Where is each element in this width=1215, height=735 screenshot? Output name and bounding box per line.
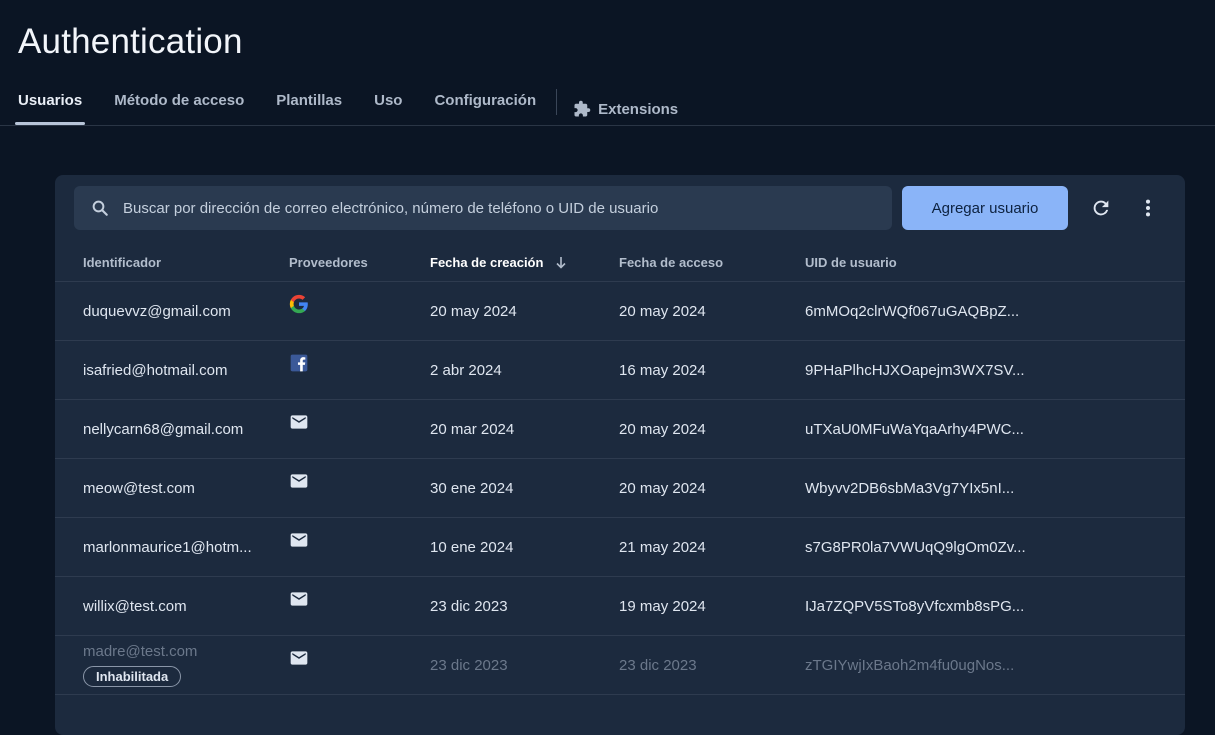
cell-uid: 6mMOq2clrWQf067uGAQBpZ...	[805, 281, 1185, 341]
cell-created: 10 ene 2024	[430, 517, 619, 577]
cell-uid: s7G8PR0la7VWUqQ9lgOm0Zv...	[805, 517, 1185, 577]
table-row[interactable]: meow@test.com 30 ene 2024 20 may 2024 Wb…	[55, 458, 1185, 518]
cell-signed-in: 20 may 2024	[619, 458, 805, 518]
cell-identifier: madre@test.com Inhabilitada	[55, 635, 289, 695]
cell-signed-in: 16 may 2024	[619, 340, 805, 400]
col-signed-in[interactable]: Fecha de acceso	[619, 243, 805, 282]
email-icon	[290, 474, 308, 488]
cell-identifier: duquevvz@gmail.com	[55, 281, 289, 341]
search-input[interactable]	[121, 198, 892, 218]
users-toolbar: Agregar usuario	[55, 175, 1185, 243]
cell-provider	[289, 458, 430, 518]
cell-created: 20 may 2024	[430, 281, 619, 341]
email-icon	[290, 533, 308, 547]
cell-provider	[289, 281, 430, 341]
cell-provider	[289, 635, 430, 695]
cell-uid: IJa7ZQPV5STo8yVfcxmb8sPG...	[805, 576, 1185, 636]
email-icon	[290, 651, 308, 665]
puzzle-icon	[574, 100, 591, 117]
cell-provider	[289, 576, 430, 636]
add-user-button[interactable]: Agregar usuario	[902, 186, 1068, 230]
google-icon	[289, 294, 308, 314]
cell-signed-in: 20 may 2024	[619, 281, 805, 341]
cell-created: 23 dic 2023	[430, 635, 619, 695]
cell-signed-in: 23 dic 2023	[619, 635, 805, 695]
cell-provider	[289, 517, 430, 577]
col-uid[interactable]: UID de usuario	[805, 243, 1185, 282]
table-row[interactable]: nellycarn68@gmail.com 20 mar 2024 20 may…	[55, 399, 1185, 459]
email-icon	[290, 415, 308, 429]
header-divider	[0, 125, 1215, 126]
search-box	[74, 186, 892, 230]
cell-uid: zTGIYwjIxBaoh2m4fu0ugNos...	[805, 635, 1185, 695]
cell-created: 2 abr 2024	[430, 340, 619, 400]
cell-provider	[289, 399, 430, 459]
table-row[interactable]: isafried@hotmail.com 2 abr 2024 16 may 2…	[55, 340, 1185, 400]
tab-bar: Usuarios Método de acceso Plantillas Uso…	[14, 89, 710, 126]
identifier-text: madre@test.com	[83, 643, 198, 660]
cell-created: 20 mar 2024	[430, 399, 619, 459]
tab-templates[interactable]: Plantillas	[276, 92, 342, 126]
cell-created: 23 dic 2023	[430, 576, 619, 636]
table-row[interactable]: marlonmaurice1@hotm... 10 ene 2024 21 ma…	[55, 517, 1185, 577]
cell-identifier: willix@test.com	[55, 576, 289, 636]
table-row[interactable]: willix@test.com 23 dic 2023 19 may 2024 …	[55, 576, 1185, 636]
tab-divider	[556, 89, 558, 115]
cell-uid: uTXaU0MFuWaYqaArhy4PWC...	[805, 399, 1185, 459]
users-card: Agregar usuario Identificador Proveedore…	[55, 175, 1185, 735]
identifier-stack: madre@test.com Inhabilitada	[83, 643, 289, 687]
col-identifier[interactable]: Identificador	[55, 243, 289, 282]
col-created-label: Fecha de creación	[430, 254, 544, 270]
col-providers[interactable]: Proveedores	[289, 243, 430, 282]
cell-identifier: marlonmaurice1@hotm...	[55, 517, 289, 577]
page-header: Authentication Usuarios Método de acceso…	[0, 0, 1215, 126]
arrow-down-icon	[556, 256, 566, 269]
refresh-button[interactable]	[1088, 195, 1114, 221]
page-title: Authentication	[18, 22, 243, 61]
cell-signed-in: 19 may 2024	[619, 576, 805, 636]
refresh-icon	[1093, 200, 1109, 216]
search-icon	[91, 199, 109, 217]
cell-identifier: isafried@hotmail.com	[55, 340, 289, 400]
tab-users[interactable]: Usuarios	[14, 92, 86, 126]
tab-settings[interactable]: Configuración	[434, 92, 536, 126]
table-row[interactable]: madre@test.com Inhabilitada 23 dic 2023 …	[55, 635, 1185, 695]
table-row[interactable]: duquevvz@gmail.com 20 may 2024 20 may 20…	[55, 281, 1185, 341]
tab-usage[interactable]: Uso	[374, 92, 402, 126]
tab-extensions[interactable]: Extensions	[573, 92, 678, 126]
cell-identifier: nellycarn68@gmail.com	[55, 399, 289, 459]
cell-signed-in: 20 may 2024	[619, 399, 805, 459]
tab-sign-in-method[interactable]: Método de acceso	[114, 92, 244, 126]
cell-provider	[289, 340, 430, 400]
facebook-icon	[290, 354, 308, 372]
cell-identifier: meow@test.com	[55, 458, 289, 518]
disabled-badge: Inhabilitada	[83, 666, 182, 687]
email-icon	[290, 592, 308, 606]
cell-signed-in: 21 may 2024	[619, 517, 805, 577]
cell-uid: Wbyvv2DB6sbMa3Vg7YIx5nI...	[805, 458, 1185, 518]
table-header-row: Identificador Proveedores Fecha de creac…	[55, 243, 1185, 282]
cell-uid: 9PHaPlhcHJXOapejm3WX7SV...	[805, 340, 1185, 400]
cell-created: 30 ene 2024	[430, 458, 619, 518]
users-table: Identificador Proveedores Fecha de creac…	[55, 243, 1185, 695]
tab-extensions-label: Extensions	[598, 100, 679, 118]
more-vert-icon	[1145, 199, 1151, 217]
col-created[interactable]: Fecha de creación	[430, 243, 619, 282]
more-options-button[interactable]	[1135, 195, 1161, 221]
